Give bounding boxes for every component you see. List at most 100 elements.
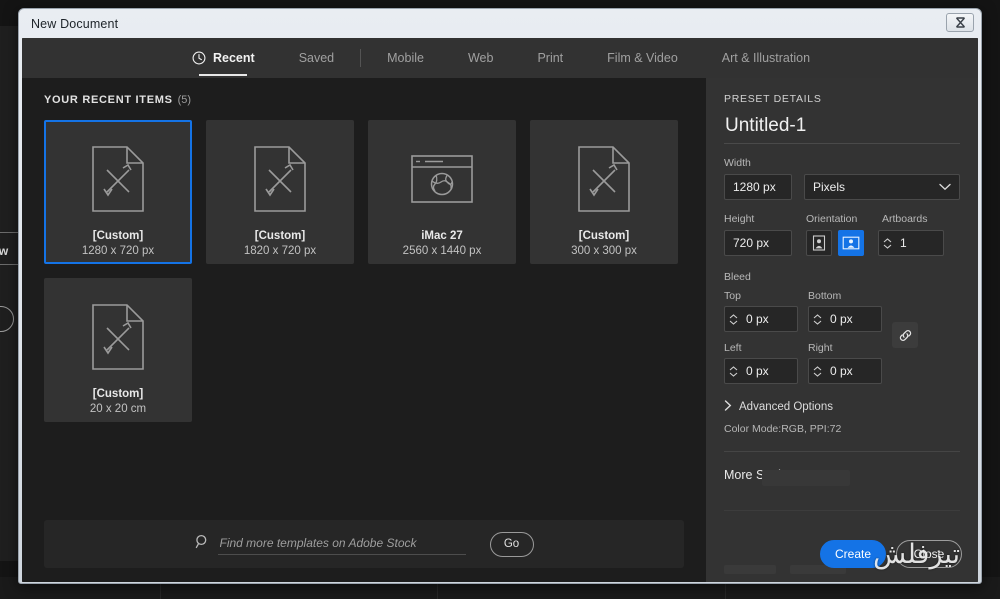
height-orientation-artboards-labels: Height Orientation Artboards (724, 200, 960, 230)
height-label: Height (724, 213, 755, 225)
bleed-bottom-label: Bottom (808, 290, 842, 302)
preset-details-heading: PRESET DETAILS (724, 93, 822, 105)
link-chain-icon[interactable] (892, 322, 918, 348)
recent-items-title: YOUR RECENT ITEMS (44, 94, 173, 106)
document-custom-icon (89, 300, 147, 374)
recent-item-card[interactable]: [Custom] 1280 x 720 px (44, 120, 192, 264)
recent-item-name: [Custom] (92, 230, 144, 242)
tab-recent[interactable]: Recent (170, 38, 277, 78)
bleed-top-arrows[interactable] (725, 307, 742, 331)
tab-art-and-illustration[interactable]: Art & Illustration (700, 38, 832, 78)
chevron-right-icon (724, 400, 732, 414)
bleed-grid: Top Left (724, 290, 960, 384)
bleed-top-stepper[interactable] (724, 306, 798, 332)
artboards-stepper[interactable] (878, 230, 944, 256)
tab-print[interactable]: Print (515, 38, 585, 78)
close-icon[interactable] (946, 13, 974, 32)
bleed-column-left: Top Left (724, 290, 798, 384)
recent-item-name: [Custom] (578, 230, 630, 242)
recent-items-pane: YOUR RECENT ITEMS (5) [Custom] 1280 x 72… (22, 78, 706, 582)
height-input[interactable] (724, 230, 792, 256)
tab-film-and-video[interactable]: Film & Video (585, 38, 700, 78)
width-label: Width (724, 157, 751, 169)
recent-item-dimensions: 1820 x 720 px (243, 245, 317, 257)
tab-label: Print (537, 51, 564, 65)
background-circle-icon (0, 306, 14, 332)
bleed-bottom-input[interactable] (826, 307, 881, 331)
recent-items-count: (5) (177, 94, 192, 106)
bleed-top-input[interactable] (742, 307, 797, 331)
document-custom-icon (89, 142, 147, 216)
preset-details-pane: PRESET DETAILS Width Pixels (706, 78, 978, 582)
tab-web[interactable]: Web (446, 38, 515, 78)
chevron-down-icon (939, 180, 951, 194)
width-row: Pixels (724, 174, 960, 200)
recent-item-card[interactable]: [Custom] 1820 x 720 px (206, 120, 354, 264)
bleed-bottom-arrows[interactable] (809, 307, 826, 331)
orientation-label: Orientation (806, 213, 858, 225)
panel-divider-secondary (724, 510, 960, 511)
bleed-top-cell: Top (724, 290, 798, 332)
clock-icon (192, 51, 206, 65)
artboards-input[interactable] (896, 231, 943, 255)
search-icon (195, 534, 210, 554)
tab-label: Saved (298, 51, 335, 65)
bleed-left-stepper[interactable] (724, 358, 798, 384)
artboards-stepper-arrows[interactable] (879, 231, 896, 255)
recent-item-name: [Custom] (92, 388, 144, 400)
tab-mobile[interactable]: Mobile (365, 38, 446, 78)
document-name-input[interactable] (724, 115, 960, 144)
portrait-orientation-icon[interactable] (806, 230, 832, 256)
tab-separator (360, 49, 362, 67)
bleed-top-label: Top (724, 290, 741, 302)
panel-divider (724, 451, 960, 452)
search-input[interactable] (217, 533, 466, 555)
tab-label: Mobile (387, 51, 424, 65)
dialog-action-buttons: Create Close (820, 540, 962, 568)
bleed-label: Bleed (724, 271, 751, 283)
recent-item-dimensions: 300 x 300 px (571, 245, 637, 257)
orientation-group (806, 230, 864, 256)
tab-label: Recent (213, 51, 255, 65)
tab-saved[interactable]: Saved (277, 38, 356, 78)
tab-label: Web (467, 51, 494, 65)
footer-placeholder-one (724, 565, 776, 574)
landscape-orientation-icon[interactable] (838, 230, 864, 256)
recent-item-card[interactable]: [Custom] 20 x 20 cm (44, 278, 192, 422)
document-custom-icon (251, 142, 309, 216)
width-input[interactable] (724, 174, 792, 200)
adobe-stock-search-bar: Go (44, 520, 684, 568)
panel-placeholder-block (762, 470, 850, 486)
bleed-right-cell: Right (808, 342, 882, 384)
bleed-right-input[interactable] (826, 359, 881, 383)
bleed-bottom-cell: Bottom (808, 290, 882, 332)
bleed-left-arrows[interactable] (725, 359, 742, 383)
recent-item-card[interactable]: [Custom] 300 x 300 px (530, 120, 678, 264)
units-dropdown[interactable]: Pixels (804, 174, 960, 200)
bleed-left-input[interactable] (742, 359, 797, 383)
close-button[interactable]: Close (896, 540, 962, 568)
advanced-options-toggle[interactable]: Advanced Options (724, 400, 960, 414)
tab-list: Recent Saved Mobile Web Print Film & Vid… (170, 38, 832, 78)
dialog-content: Recent Saved Mobile Web Print Film & Vid… (22, 38, 978, 582)
recent-items-grid: [Custom] 1280 x 720 px [Custom] 1820 x 7… (44, 120, 684, 422)
dialog-title: New Document (31, 16, 119, 31)
recent-item-dimensions: 2560 x 1440 px (402, 245, 482, 257)
recent-item-name: iMac 27 (421, 230, 463, 242)
recent-items-heading: YOUR RECENT ITEMS (5) (44, 94, 684, 106)
height-orientation-artboards-row (724, 230, 960, 256)
bleed-bottom-stepper[interactable] (808, 306, 882, 332)
units-value: Pixels (813, 180, 846, 194)
search-go-button[interactable]: Go (489, 531, 534, 557)
browser-globe-icon (409, 142, 475, 216)
bleed-column-right: Bottom Right (808, 290, 882, 384)
color-mode-text: Color Mode:RGB, PPI:72 (724, 423, 842, 435)
search-field-group (195, 533, 466, 555)
tab-label: Film & Video (607, 51, 678, 65)
bleed-right-arrows[interactable] (809, 359, 826, 383)
bleed-right-stepper[interactable] (808, 358, 882, 384)
recent-item-card[interactable]: iMac 27 2560 x 1440 px (368, 120, 516, 264)
create-button[interactable]: Create (820, 540, 886, 568)
bleed-left-label: Left (724, 342, 742, 354)
advanced-options-label: Advanced Options (739, 401, 833, 413)
